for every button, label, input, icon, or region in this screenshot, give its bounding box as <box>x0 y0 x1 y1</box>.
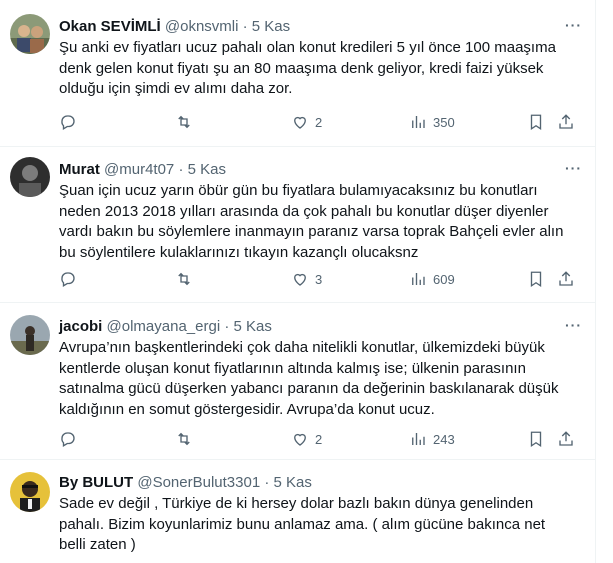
retweet-icon <box>178 272 190 286</box>
tweet-feed: Okan SEVİMLİ @oknsvmli · 5 Kas ··· Şu an… <box>0 0 596 563</box>
author-handle[interactable]: @SonerBulut3301 <box>137 474 260 491</box>
bookmark-icon <box>530 431 542 448</box>
author-name[interactable]: By BULUT <box>59 474 133 491</box>
reply-button[interactable] <box>59 269 83 289</box>
views-button[interactable]: 609 <box>409 269 455 289</box>
heart-icon <box>294 116 306 129</box>
separator-dot: · <box>242 18 248 35</box>
more-options-icon[interactable]: ··· <box>565 317 582 333</box>
tweet-text: Şu anki ev fiyatları ucuz pahalı olan ko… <box>59 39 556 97</box>
tweet-text: Şuan için ucuz yarın öbür gün bu fiyatla… <box>59 182 564 261</box>
share-button[interactable] <box>557 269 575 289</box>
tweet-time[interactable]: 5 Kas <box>234 318 272 335</box>
share-button[interactable] <box>557 429 575 449</box>
bookmark-button[interactable] <box>527 112 545 132</box>
author-name[interactable]: Murat <box>59 161 100 178</box>
tweet[interactable]: Okan SEVİMLİ @oknsvmli · 5 Kas ··· Şu an… <box>0 0 596 147</box>
share-icon <box>559 431 573 446</box>
share-icon <box>559 114 573 129</box>
tweet[interactable]: Murat @mur4t07 · 5 Kas ··· Şuan için ucu… <box>0 147 596 303</box>
author-name[interactable]: jacobi <box>59 318 102 335</box>
avatar[interactable] <box>10 472 50 512</box>
tweet-text: Avrupa’nın başkentlerindeki çok daha nit… <box>59 339 559 418</box>
tweet-text: Sade ev değil , Türkiye de ki hersey dol… <box>59 495 546 553</box>
bookmark-icon <box>530 271 542 288</box>
bookmark-icon <box>530 114 542 131</box>
reply-button[interactable] <box>59 429 83 449</box>
bookmark-button[interactable] <box>527 269 545 289</box>
bar-chart-icon <box>412 433 425 445</box>
tweet[interactable]: By BULUT @SonerBulut3301 · 5 Kas Sade ev… <box>0 460 596 563</box>
tweet-header: By BULUT @SonerBulut3301 · 5 Kas <box>59 473 312 493</box>
reply-icon <box>61 272 75 287</box>
separator-dot: · <box>264 474 270 491</box>
tweet-header: Okan SEVİMLİ @oknsvmli · 5 Kas <box>59 17 290 37</box>
reply-icon <box>61 432 75 447</box>
author-handle[interactable]: @olmayana_ergi <box>107 318 221 335</box>
tweet-header: Murat @mur4t07 · 5 Kas <box>59 160 226 180</box>
reply-icon <box>61 115 75 130</box>
tweet-actions: 3 609 <box>59 269 589 289</box>
avatar[interactable] <box>10 14 50 54</box>
tweet[interactable]: jacobi @olmayana_ergi · 5 Kas ··· Avrupa… <box>0 303 596 460</box>
separator-dot: · <box>224 318 230 335</box>
heart-icon <box>294 433 306 446</box>
more-options-icon[interactable]: ··· <box>565 17 582 33</box>
share-icon <box>559 271 573 286</box>
separator-dot: · <box>178 161 184 178</box>
retweet-button[interactable] <box>175 429 199 449</box>
like-button[interactable]: 2 <box>291 112 322 132</box>
timeline-border <box>595 0 596 563</box>
avatar[interactable] <box>10 157 50 197</box>
tweet-actions: 2 243 <box>59 429 589 449</box>
bar-chart-icon <box>412 116 425 128</box>
retweet-button[interactable] <box>175 269 199 289</box>
author-handle[interactable]: @oknsvmli <box>165 18 239 35</box>
author-handle[interactable]: @mur4t07 <box>104 161 174 178</box>
bookmark-button[interactable] <box>527 429 545 449</box>
like-button[interactable]: 2 <box>291 429 322 449</box>
tweet-actions: 2 350 <box>59 112 589 132</box>
tweet-time[interactable]: 5 Kas <box>252 18 290 35</box>
tweet-time[interactable]: 5 Kas <box>188 161 226 178</box>
share-button[interactable] <box>557 112 575 132</box>
tweet-header: jacobi @olmayana_ergi · 5 Kas <box>59 317 272 337</box>
retweet-icon <box>178 115 190 129</box>
views-button[interactable]: 243 <box>409 429 455 449</box>
avatar[interactable] <box>10 315 50 355</box>
retweet-button[interactable] <box>175 112 199 132</box>
retweet-icon <box>178 432 190 446</box>
heart-icon <box>294 273 306 286</box>
tweet-time[interactable]: 5 Kas <box>274 474 312 491</box>
reply-button[interactable] <box>59 112 83 132</box>
views-button[interactable]: 350 <box>409 112 455 132</box>
bar-chart-icon <box>412 273 425 285</box>
like-button[interactable]: 3 <box>291 269 322 289</box>
author-name[interactable]: Okan SEVİMLİ <box>59 18 161 35</box>
more-options-icon[interactable]: ··· <box>565 160 582 176</box>
